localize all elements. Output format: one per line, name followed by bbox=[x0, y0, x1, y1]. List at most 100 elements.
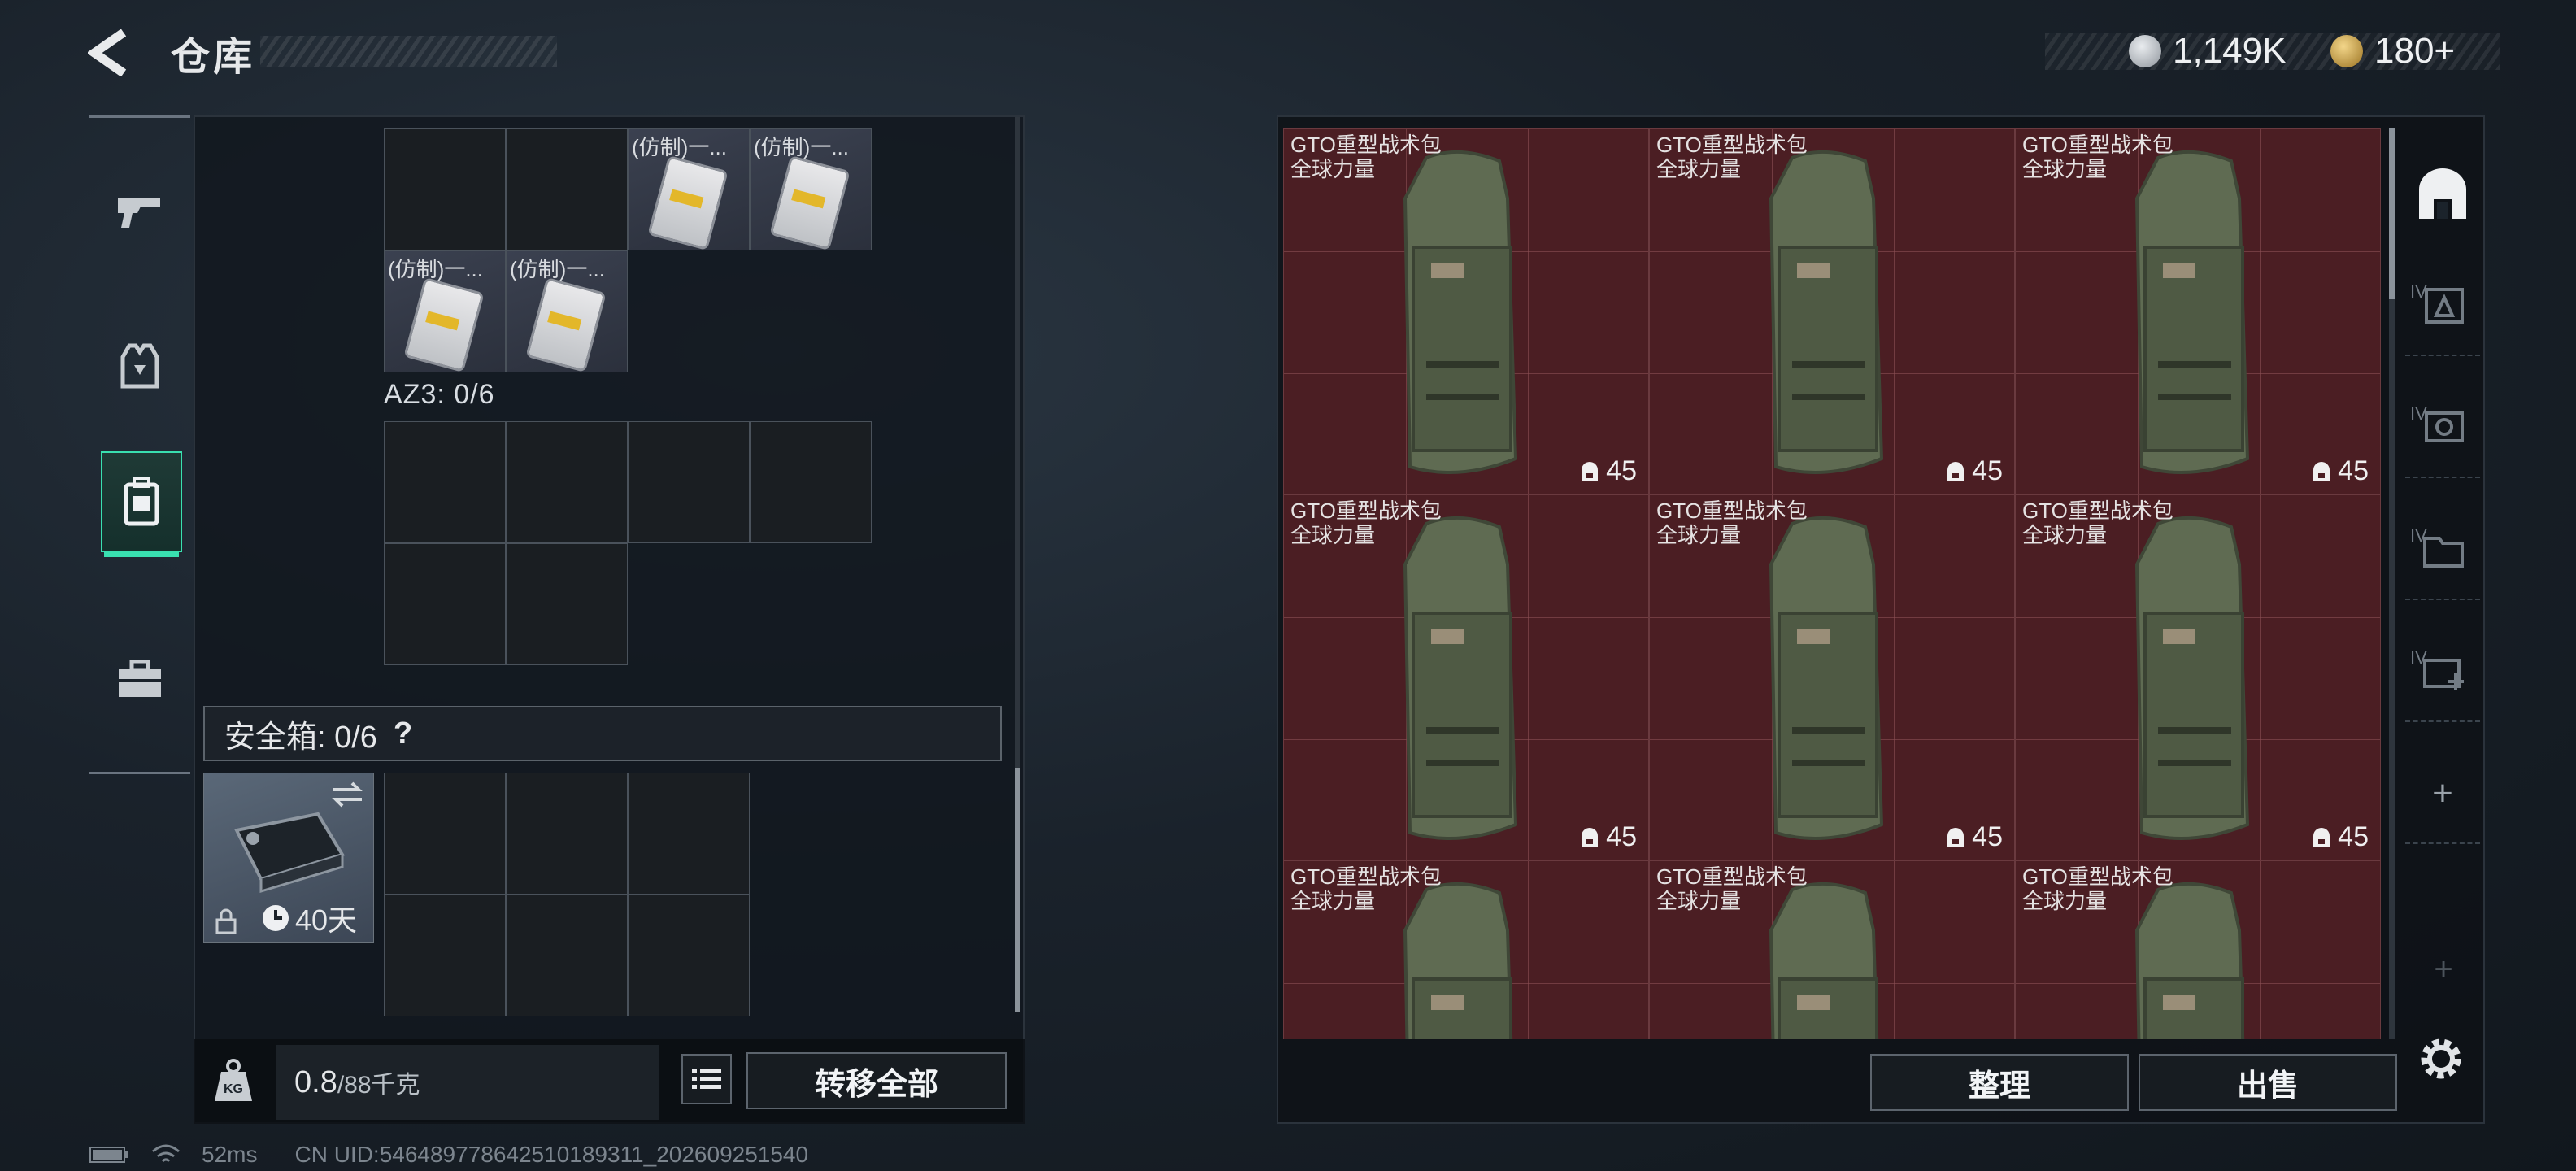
stash-item-card[interactable]: GTO重型战术包 全球力量 45 bbox=[1649, 494, 2015, 860]
expiry-badge: 40天 bbox=[261, 897, 357, 939]
item-card[interactable]: (仿制)一... bbox=[628, 128, 750, 251]
stash-item-name: GTO重型战术包 bbox=[1656, 133, 1808, 157]
title-decoration bbox=[260, 36, 557, 67]
stash-scrollbar[interactable] bbox=[2389, 128, 2395, 1039]
capacity-badge: 45 bbox=[2310, 821, 2369, 853]
safebox-case-icon bbox=[234, 812, 346, 894]
safebox-slot[interactable] bbox=[506, 773, 628, 895]
stash-item-card[interactable]: GTO重型战术包 全球力量 45 bbox=[1283, 128, 1649, 494]
add-tab-button[interactable]: + bbox=[2405, 745, 2480, 844]
capacity-value: 45 bbox=[1972, 455, 2003, 486]
item-label: (仿制)一... bbox=[388, 257, 483, 281]
supplies-tab[interactable] bbox=[101, 630, 179, 728]
uid-text: CN UID:546489778642510189311_20260925154… bbox=[294, 1142, 809, 1167]
stash-item-card[interactable]: GTO重型战术包 全球力量 bbox=[1649, 860, 2015, 1039]
grid-slot[interactable] bbox=[384, 128, 506, 250]
currency-silver: 1,149K bbox=[2129, 31, 2286, 72]
stash-item-title: GTO重型战术包 全球力量 bbox=[1290, 133, 1442, 181]
stash-item-title: GTO重型战术包 全球力量 bbox=[1290, 498, 1442, 547]
safebox-slot[interactable] bbox=[506, 895, 628, 1016]
backpack-tab[interactable] bbox=[101, 451, 182, 552]
sell-button[interactable]: 出售 bbox=[2139, 1054, 2397, 1111]
stash-item-name: GTO重型战术包 bbox=[2022, 133, 2174, 157]
stash-item-name: GTO重型战术包 bbox=[2022, 498, 2174, 523]
lock-icon bbox=[215, 908, 237, 934]
capacity-icon bbox=[1947, 461, 1965, 481]
tier-label: IV bbox=[2410, 525, 2427, 546]
swap-icon[interactable] bbox=[329, 780, 365, 809]
weight-display: 0.8 /88千克 bbox=[276, 1045, 659, 1120]
stash-subtab-2[interactable]: IV bbox=[2405, 379, 2480, 478]
stash-item-brand: 全球力量 bbox=[2022, 523, 2108, 547]
capacity-badge: 45 bbox=[1944, 455, 2003, 487]
backpack-item-icon bbox=[1769, 516, 1884, 841]
safebox-item[interactable]: 40天 bbox=[203, 773, 374, 943]
capacity-icon bbox=[2313, 461, 2330, 481]
stash-item-card[interactable]: GTO重型战术包 全球力量 45 bbox=[2015, 494, 2381, 860]
grid-slot[interactable] bbox=[506, 421, 628, 543]
grid-slot[interactable] bbox=[750, 421, 872, 543]
stash-item-title: GTO重型战术包 全球力量 bbox=[1290, 864, 1442, 913]
stash-item-card[interactable]: GTO重型战术包 全球力量 45 bbox=[2015, 128, 2381, 494]
left-category-nav bbox=[89, 115, 190, 774]
item-label: (仿制)一... bbox=[632, 135, 727, 159]
item-card[interactable]: (仿制)一... bbox=[506, 250, 628, 373]
backpack-item-icon bbox=[1403, 516, 1518, 841]
battery-icon bbox=[89, 1147, 128, 1163]
stash-item-brand: 全球力量 bbox=[2022, 889, 2108, 913]
capacity-value: 45 bbox=[1972, 821, 2003, 852]
grid-slot[interactable] bbox=[384, 421, 506, 543]
grid-slot[interactable] bbox=[506, 128, 628, 250]
grid-slot[interactable] bbox=[384, 543, 506, 665]
vest-icon bbox=[120, 343, 159, 389]
gun-icon bbox=[118, 198, 160, 228]
tier-label: IV bbox=[2410, 403, 2427, 424]
container-scrollbar[interactable] bbox=[1015, 117, 1020, 1012]
safebox-capacity-label: 安全箱: 0/6 bbox=[224, 720, 377, 755]
item-card[interactable]: (仿制)一... bbox=[384, 250, 506, 373]
stash-item-brand: 全球力量 bbox=[1656, 889, 1742, 913]
safebox-slot[interactable] bbox=[384, 895, 506, 1016]
armor-tab[interactable] bbox=[101, 317, 179, 415]
item-card[interactable]: (仿制)一... bbox=[750, 128, 872, 251]
stash-item-title: GTO重型战术包 全球力量 bbox=[1656, 864, 1808, 913]
weight-current: 0.8 bbox=[294, 1064, 337, 1099]
sort-button[interactable]: 整理 bbox=[1870, 1054, 2129, 1111]
az3-capacity-label: AZ3: 0/6 bbox=[384, 379, 495, 410]
weapon-tab[interactable] bbox=[101, 163, 179, 260]
stash-item-brand: 全球力量 bbox=[2022, 157, 2108, 181]
stash-item-card[interactable]: GTO重型战术包 全球力量 bbox=[2015, 860, 2381, 1039]
toolbox-icon bbox=[119, 660, 161, 697]
stash-item-name: GTO重型战术包 bbox=[1290, 133, 1442, 157]
safebox-slot[interactable] bbox=[384, 773, 506, 895]
tier-label: IV bbox=[2410, 281, 2427, 302]
capacity-icon bbox=[2313, 827, 2330, 847]
capacity-badge: 45 bbox=[1578, 455, 1637, 487]
safebox-header: 安全箱: 0/6 ? bbox=[203, 706, 1002, 761]
silver-coin-icon bbox=[2129, 35, 2161, 67]
stash-subtab-1[interactable]: IV bbox=[2405, 257, 2480, 356]
tier-label: IV bbox=[2410, 647, 2427, 668]
backpack-item-icon bbox=[1769, 150, 1884, 475]
currency-gold[interactable]: 180+ bbox=[2330, 31, 2455, 72]
list-view-button[interactable] bbox=[681, 1054, 732, 1104]
safebox-slot[interactable] bbox=[628, 773, 750, 895]
silver-amount: 1,149K bbox=[2173, 31, 2287, 71]
grid-slot[interactable] bbox=[628, 421, 750, 543]
stash-item-card[interactable]: GTO重型战术包 全球力量 bbox=[1283, 860, 1649, 1039]
stash-item-card[interactable]: GTO重型战术包 全球力量 45 bbox=[1649, 128, 2015, 494]
stash-main-tab[interactable] bbox=[2408, 155, 2477, 236]
stash-subtab-3[interactable]: IV bbox=[2405, 501, 2480, 600]
safebox-slot[interactable] bbox=[628, 895, 750, 1016]
help-icon[interactable]: ? bbox=[394, 716, 412, 751]
keycard-icon bbox=[403, 276, 485, 373]
back-button[interactable] bbox=[86, 28, 137, 77]
capacity-value: 45 bbox=[1606, 821, 1637, 852]
settings-button[interactable] bbox=[2417, 1034, 2465, 1083]
stash-subtab-nav: IV IV IV IV + bbox=[2405, 257, 2480, 844]
item-label: (仿制)一... bbox=[510, 257, 605, 281]
stash-item-card[interactable]: GTO重型战术包 全球力量 45 bbox=[1283, 494, 1649, 860]
stash-subtab-4[interactable]: IV bbox=[2405, 623, 2480, 722]
grid-slot[interactable] bbox=[506, 543, 628, 665]
transfer-all-button[interactable]: 转移全部 bbox=[746, 1052, 1007, 1109]
